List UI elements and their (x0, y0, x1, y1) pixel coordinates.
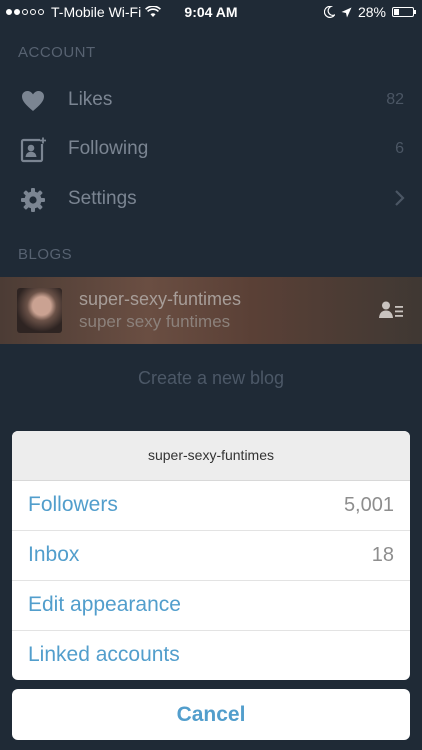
gear-icon (21, 188, 45, 212)
linked-accounts-label: Linked accounts (28, 643, 180, 666)
following-row[interactable]: Following 6 (0, 125, 422, 173)
edit-appearance-option[interactable]: Edit appearance (12, 581, 410, 631)
battery-percent: 28% (357, 4, 386, 20)
followers-option[interactable]: Followers 5,001 (12, 481, 410, 531)
followers-label: Followers (28, 493, 118, 516)
inbox-count: 18 (371, 544, 394, 566)
cancel-button[interactable]: Cancel (12, 689, 410, 740)
blog-row[interactable]: super-sexy-funtimes super sexy funtimes (0, 277, 422, 344)
status-right: 28% (323, 4, 416, 20)
following-label: Following (68, 138, 149, 159)
followers-count: 5,001 (343, 494, 394, 516)
blog-manage-icon[interactable] (378, 299, 404, 321)
linked-accounts-option[interactable]: Linked accounts (12, 631, 410, 680)
likes-label: Likes (68, 89, 113, 110)
heart-icon (22, 91, 44, 111)
blog-name: super-sexy-funtimes (79, 289, 242, 309)
create-blog-button[interactable]: Create a new blog (0, 368, 422, 389)
settings-row[interactable]: Settings (0, 175, 422, 223)
status-bar: T-Mobile Wi-Fi 9:04 AM 28% (0, 0, 422, 24)
blog-title: super sexy funtimes (79, 312, 231, 331)
account-section-header: ACCOUNT (18, 44, 96, 61)
likes-count: 82 (386, 91, 404, 108)
inbox-label: Inbox (28, 543, 80, 566)
settings-label: Settings (68, 188, 137, 209)
edit-appearance-label: Edit appearance (28, 593, 181, 616)
moon-icon (323, 6, 335, 18)
location-arrow-icon (341, 7, 352, 17)
blog-avatar (17, 288, 62, 333)
likes-row[interactable]: Likes 82 (0, 76, 422, 124)
blogs-section-header: BLOGS (18, 246, 73, 263)
blog-action-sheet: super-sexy-funtimes Followers 5,001 Inbo… (12, 431, 410, 680)
following-icon (20, 137, 46, 163)
chevron-right-icon (395, 190, 405, 206)
battery-icon (392, 7, 416, 17)
action-sheet-title: super-sexy-funtimes (12, 431, 410, 481)
following-count: 6 (395, 140, 404, 157)
inbox-option[interactable]: Inbox 18 (12, 531, 410, 581)
